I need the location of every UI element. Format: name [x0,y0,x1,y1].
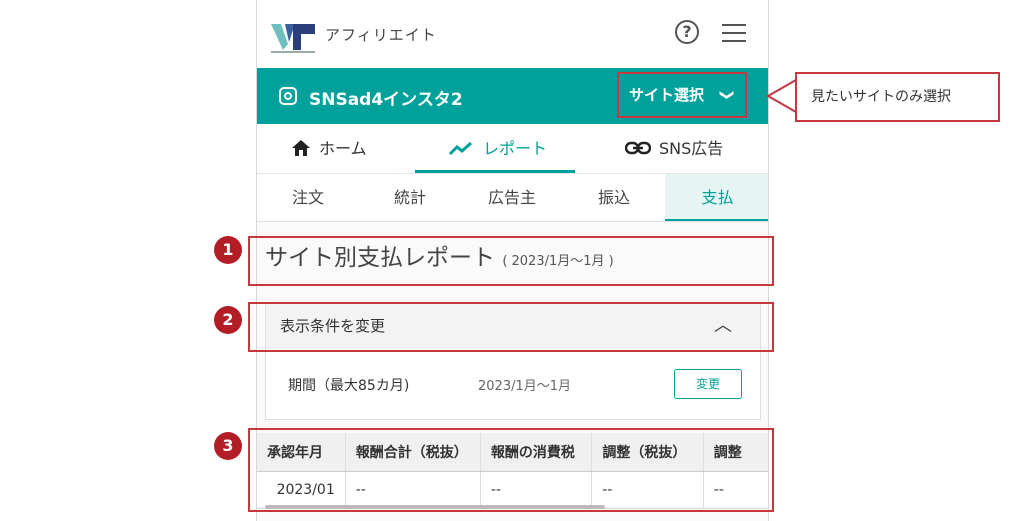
current-site-name: SNSad4インスタ2 [309,90,463,110]
subtab-stats[interactable]: 統計 [359,174,461,221]
nav-home[interactable]: ホーム [291,124,367,174]
home-icon [292,140,310,156]
main-nav: ホーム レポート SNS広告 [257,124,768,174]
sub-tabs: 注文 統計 広告主 振込 支払 [257,174,768,222]
app-header: アフィリエイト ? [257,0,768,68]
period-label: 期間（最大85カ月) [288,378,410,394]
trend-chart-icon [448,141,472,156]
change-button[interactable]: 変更 [674,369,742,399]
subtab-orders[interactable]: 注文 [257,174,359,221]
annotation-box-table [248,428,774,512]
nav-report-label: レポート [483,139,548,158]
nav-sns-label: SNS広告 [659,139,724,158]
nav-report[interactable]: レポート [448,124,548,174]
hamburger-menu-icon[interactable] [722,24,746,42]
marker-3: 3 [214,432,242,460]
site-select-button[interactable]: サイト選択 ❯ [617,72,747,118]
annotation-box-title [248,236,774,286]
site-bar: SNSad4インスタ2 サイト選択 ❯ [257,68,768,124]
subtab-advertisers[interactable]: 広告主 [461,174,563,221]
subtab-transfers[interactable]: 振込 [563,174,665,221]
nav-home-label: ホーム [319,139,367,158]
instagram-icon [279,87,297,105]
nav-sns-ads[interactable]: SNS広告 [624,124,724,174]
nav-active-indicator [415,170,575,173]
marker-1: 1 [214,236,242,264]
link-icon [624,141,652,155]
help-icon[interactable]: ? [675,20,699,44]
logo-icon [271,24,315,53]
subtab-payments[interactable]: 支払 [665,174,768,221]
marker-2: 2 [214,306,242,334]
brand-name: アフィリエイト [325,26,437,44]
chevron-down-icon: ❯ [719,89,736,101]
annotation-box-conditions [248,302,774,352]
site-select-callout: 見たいサイトのみ選択 [795,72,1000,122]
site-select-label: サイト選択 [629,86,705,104]
period-value: 2023/1月～1月 [478,379,572,394]
callout-pointer [766,78,798,114]
